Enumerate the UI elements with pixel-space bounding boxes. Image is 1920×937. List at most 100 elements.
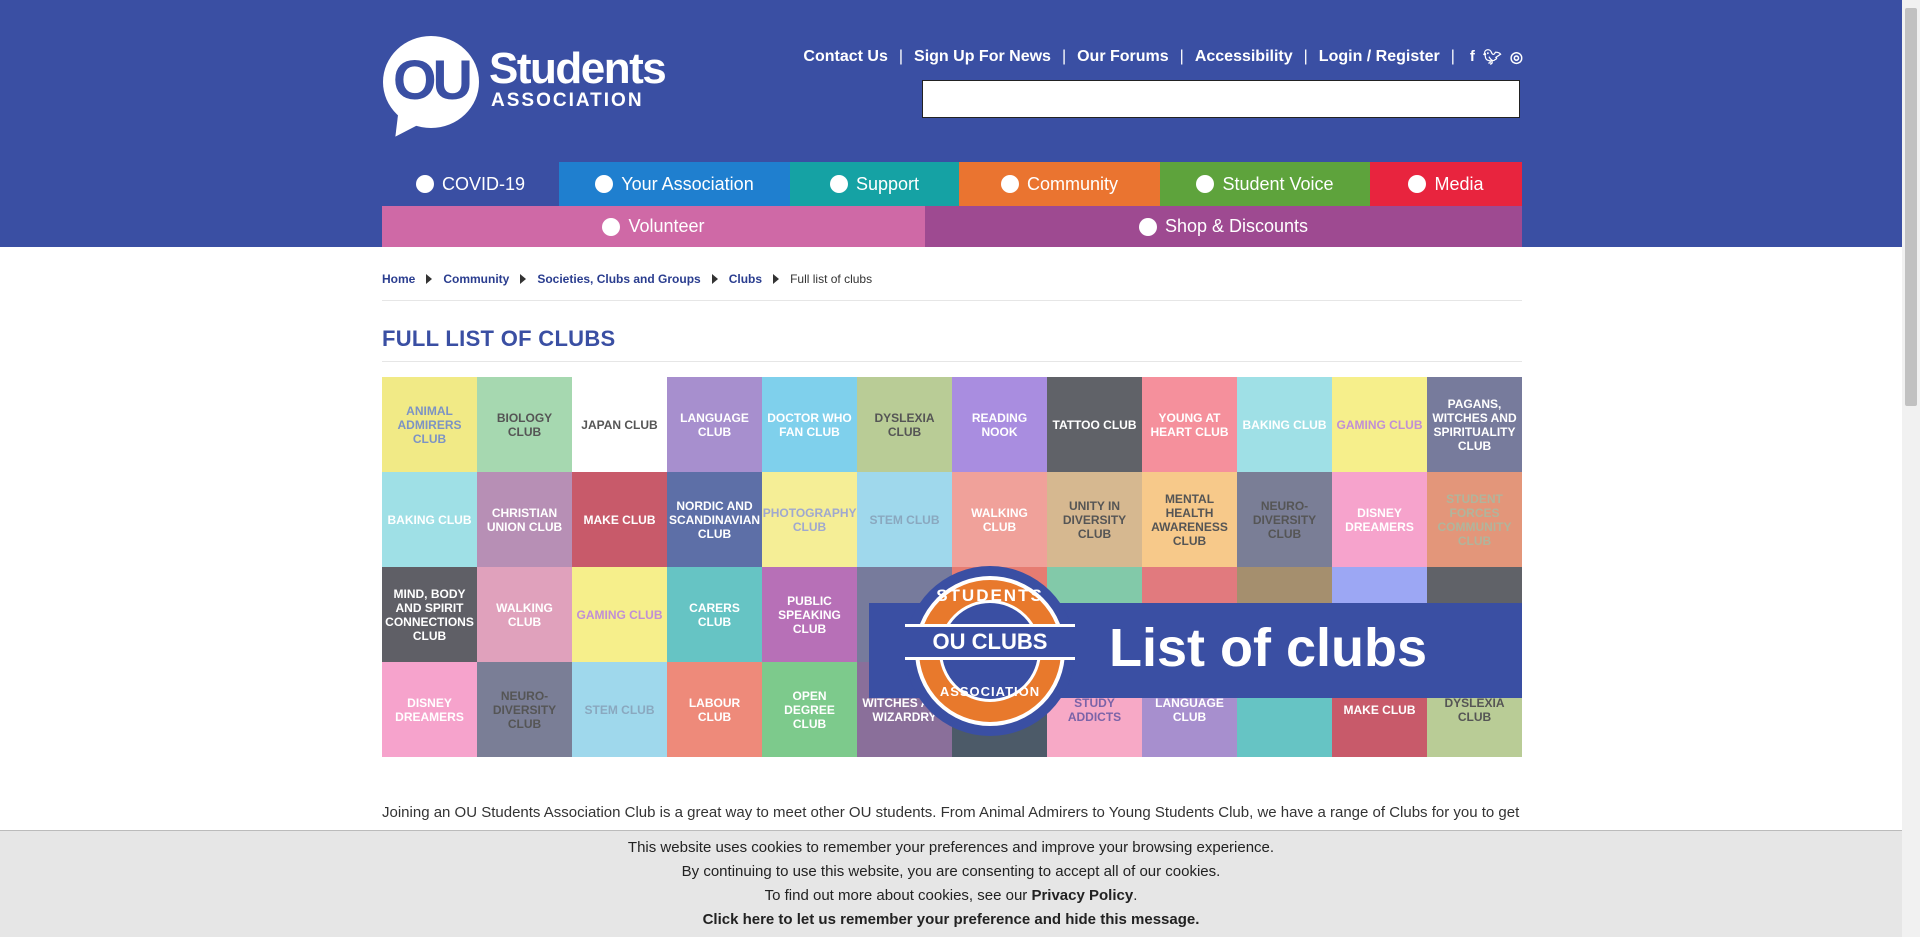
cookie-line-3: To find out more about cookies, see our … xyxy=(0,884,1902,908)
privacy-policy-link[interactable]: Privacy Policy xyxy=(1031,887,1133,904)
exclamation-icon xyxy=(415,175,434,193)
breadcrumb-societies[interactable]: Societies, Clubs and Groups xyxy=(537,272,700,286)
cookie-line-3-suffix: . xyxy=(1133,887,1138,904)
nav-label: COVID-19 xyxy=(441,173,526,194)
club-tile: Make Club xyxy=(572,472,667,567)
breadcrumb-arrow-icon xyxy=(711,274,718,284)
scrollbar-thumb[interactable] xyxy=(1905,8,1917,406)
divider xyxy=(382,361,1522,362)
club-tile: Mind, Body and Spirit Connections Club xyxy=(382,567,477,662)
speech-bubble-icon xyxy=(595,175,614,193)
social-links: f 🐦︎ ◎ xyxy=(1470,48,1523,66)
club-tile: Public Speaking Club xyxy=(762,567,857,662)
nav-volunteer[interactable]: Volunteer xyxy=(382,206,925,247)
cookie-accept-text[interactable]: Click here to let us remember your prefe… xyxy=(703,911,1200,928)
breadcrumb-arrow-icon xyxy=(773,274,780,284)
cookie-line-1: This website uses cookies to remember yo… xyxy=(627,839,1275,856)
ou-clubs-badge-icon: STUDENTS OU CLUBS ASSOCIATION xyxy=(905,566,1075,736)
separator: | xyxy=(898,48,904,65)
nav-label: Shop & Discounts xyxy=(1164,216,1309,236)
breadcrumb-current: Full list of clubs xyxy=(790,272,873,286)
cart-icon xyxy=(1138,217,1157,236)
top-links: Contact Us | Sign Up For News | Our Foru… xyxy=(803,48,1523,66)
club-tile: Walking Club xyxy=(477,567,572,662)
club-tile: Student Forces Community Club xyxy=(1427,472,1522,567)
nav-shop-discounts[interactable]: Shop & Discounts xyxy=(925,206,1522,247)
cookie-line-2: By continuing to use this website, you a… xyxy=(681,863,1221,880)
badge-bottom-text: ASSOCIATION xyxy=(939,684,1041,699)
nav-label: Volunteer xyxy=(628,216,705,236)
club-tile: Photography Club xyxy=(762,472,857,567)
breadcrumb-arrow-icon xyxy=(520,274,527,284)
nav-label: Support xyxy=(855,173,920,194)
club-tile: Nordic and Scandinavian Club xyxy=(667,472,762,567)
accessibility-link[interactable]: Accessibility xyxy=(1195,48,1293,66)
club-tile: Reading Nook xyxy=(952,377,1047,472)
nav-media[interactable]: Media xyxy=(1370,162,1522,206)
nav-your-association[interactable]: Your Association xyxy=(559,162,790,206)
separator: | xyxy=(1179,48,1184,65)
club-tile: Open Degree Club xyxy=(762,662,857,757)
club-tile: Stem Club xyxy=(572,662,667,757)
login-register-link[interactable]: Login / Register xyxy=(1319,48,1440,66)
nav-covid-19[interactable]: COVID-19 xyxy=(382,162,559,206)
cookie-line-3-prefix: To find out more about cookies, see our xyxy=(764,887,1032,904)
club-tile: Carers Club xyxy=(667,567,762,662)
nav-student-voice[interactable]: Student Voice xyxy=(1160,162,1370,206)
hand-icon xyxy=(602,217,621,236)
club-tile: Japan Club xyxy=(572,377,667,472)
club-tile: Baking Club xyxy=(382,472,477,567)
badge-middle-text: OU CLUBS xyxy=(932,629,1048,654)
club-tile: Baking Club xyxy=(1237,377,1332,472)
club-tile: Neuro-Diversity Club xyxy=(477,662,572,757)
club-tile: Young At Heart Club xyxy=(1142,377,1237,472)
club-tile: Animal Admirers Club xyxy=(382,377,477,472)
play-icon xyxy=(1408,175,1427,193)
divider xyxy=(382,300,1522,301)
separator: | xyxy=(1303,48,1308,65)
club-tile: Disney Dreamers xyxy=(1332,472,1427,567)
people-icon xyxy=(1000,175,1019,193)
club-tile: Language Club xyxy=(667,377,762,472)
club-tile: Unity in Diversity Club xyxy=(1047,472,1142,567)
breadcrumb-arrow-icon xyxy=(426,274,433,284)
club-tile: Gaming Club xyxy=(1332,377,1427,472)
club-tile: Christian Union Club xyxy=(477,472,572,567)
forums-link[interactable]: Our Forums xyxy=(1077,48,1169,66)
page-title: FULL LIST OF CLUBS xyxy=(382,326,616,351)
logo-students-text: Students xyxy=(489,44,667,93)
twitter-icon[interactable]: 🐦︎ xyxy=(1483,48,1502,66)
cookie-accept-link[interactable]: Click here to let us remember your prefe… xyxy=(0,908,1902,932)
facebook-icon[interactable]: f xyxy=(1470,48,1475,66)
lifebuoy-icon xyxy=(829,175,848,193)
club-tile: Mental Health Awareness Club xyxy=(1142,472,1237,567)
breadcrumb-clubs[interactable]: Clubs xyxy=(729,272,762,286)
separator: | xyxy=(1061,48,1067,65)
club-tile: Neuro-Diversity Club xyxy=(1237,472,1332,567)
nav-label: Media xyxy=(1434,173,1484,194)
club-tile: Tattoo Club xyxy=(1047,377,1142,472)
secondary-nav: Volunteer Shop & Discounts xyxy=(382,206,1522,247)
banner-title: List of clubs xyxy=(1109,618,1428,678)
primary-nav: COVID-19 Your Association Support Community… xyxy=(382,162,1522,206)
club-tile: Biology Club xyxy=(477,377,572,472)
club-tile: Labour Club xyxy=(667,662,762,757)
club-tile: Doctor Who Fan Club xyxy=(762,377,857,472)
search-input[interactable] xyxy=(922,80,1520,118)
sign-up-news-link[interactable]: Sign Up For News xyxy=(914,48,1051,66)
nav-label: Your Association xyxy=(621,173,754,194)
club-tile: Walking Club xyxy=(952,472,1047,567)
separator: | xyxy=(1450,48,1455,65)
nav-community[interactable]: Community xyxy=(959,162,1160,206)
club-tile: Stem Club xyxy=(857,472,952,567)
club-tile: Gaming Club xyxy=(572,567,667,662)
contact-us-link[interactable]: Contact Us xyxy=(803,48,887,66)
breadcrumb-community[interactable]: Community xyxy=(443,272,509,286)
nav-support[interactable]: Support xyxy=(790,162,959,206)
vertical-scrollbar[interactable] xyxy=(1902,0,1920,937)
site-logo[interactable]: OU Students ASSOCIATION xyxy=(383,36,667,146)
instagram-icon[interactable]: ◎ xyxy=(1510,48,1523,66)
club-tile: Disney Dreamers xyxy=(382,662,477,757)
breadcrumb-home[interactable]: Home xyxy=(382,272,415,286)
breadcrumb: Home Community Societies, Clubs and Grou… xyxy=(382,272,872,286)
